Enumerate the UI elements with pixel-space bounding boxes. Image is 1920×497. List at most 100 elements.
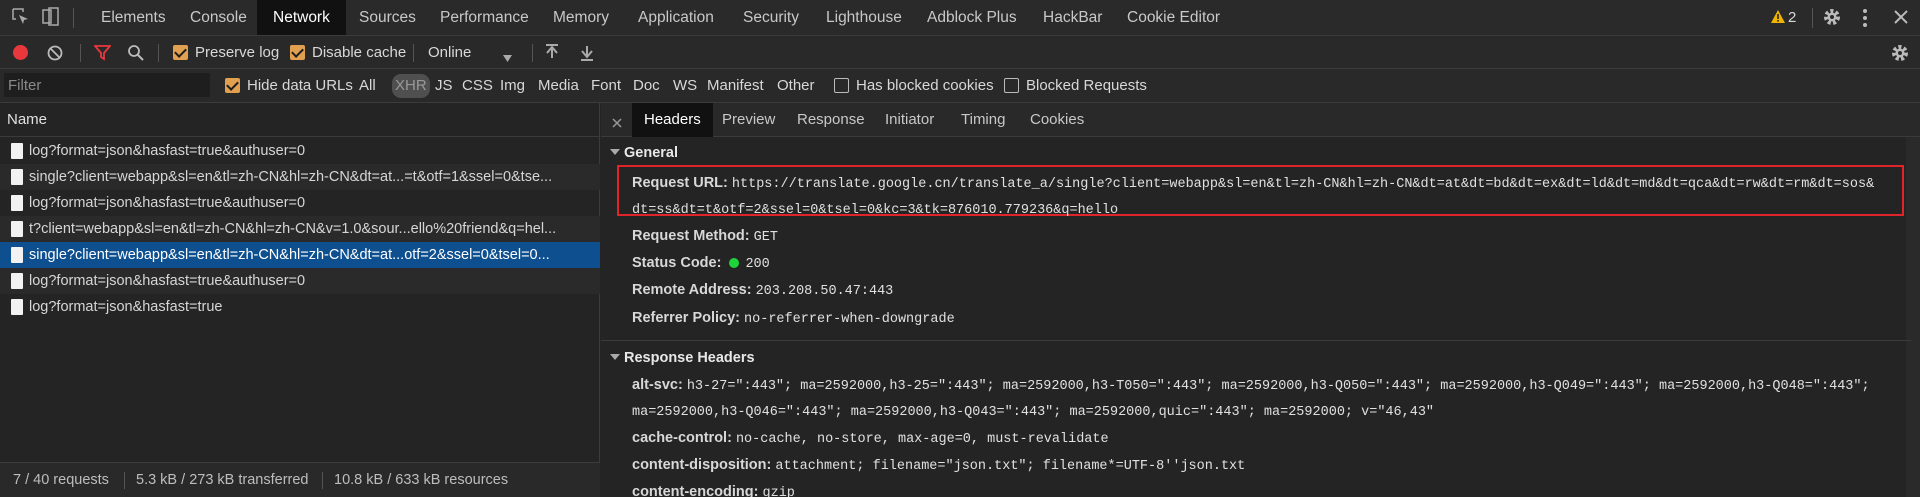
content-encoding-label: content-encoding: — [632, 484, 759, 497]
tab-initiator[interactable]: Initiator — [885, 103, 934, 137]
request-row[interactable]: single?client=webapp&sl=en&tl=zh-CN&hl=z… — [0, 164, 600, 190]
tab-console[interactable]: Console — [190, 0, 247, 35]
details-tab-bar: Headers Preview Response Initiator Timin… — [601, 103, 1920, 137]
request-url-row: Request URL: https://translate.google.cn… — [632, 175, 1874, 192]
toolbar-divider — [413, 44, 414, 62]
request-name: single?client=webapp&sl=en&tl=zh-CN&hl=z… — [29, 169, 553, 185]
request-row[interactable]: log?format=json&hasfast=true&authuser=0 — [0, 138, 600, 164]
request-url-label: Request URL: — [632, 175, 728, 191]
response-headers-section-header[interactable]: Response Headers — [610, 350, 755, 366]
document-icon — [11, 273, 23, 289]
request-url-value: https://translate.google.cn/translate_a/… — [731, 177, 1875, 192]
tab-preview[interactable]: Preview — [722, 103, 775, 137]
close-details-icon[interactable] — [612, 115, 622, 132]
filter-type-all[interactable]: All — [359, 77, 376, 94]
tab-response[interactable]: Response — [797, 103, 865, 137]
inspect-element-icon[interactable] — [12, 8, 30, 30]
tab-security[interactable]: Security — [743, 0, 799, 35]
filter-type-xhr[interactable]: XHR — [392, 74, 430, 98]
details-scrollbar[interactable] — [1906, 137, 1920, 497]
tab-network[interactable]: Network — [257, 0, 346, 35]
tab-performance[interactable]: Performance — [440, 0, 529, 35]
document-icon — [11, 221, 23, 237]
warning-count[interactable]: 2 — [1788, 9, 1796, 26]
filter-type-img[interactable]: Img — [500, 77, 525, 94]
more-options-icon[interactable] — [1862, 8, 1868, 32]
settings-gear-icon[interactable] — [1822, 7, 1842, 31]
transferred-size: 5.3 kB / 273 kB transferred — [136, 472, 309, 488]
filter-type-ws[interactable]: WS — [673, 77, 697, 94]
hide-data-urls-checkbox[interactable] — [225, 78, 240, 93]
alt-svc-value: h3-27=":443"; ma=2592000,h3-25=":443"; m… — [686, 379, 1870, 394]
close-icon[interactable] — [1893, 9, 1909, 29]
cache-control-value: no-cache, no-store, max-age=0, must-reva… — [735, 432, 1109, 447]
dropdown-arrow-icon[interactable] — [503, 49, 512, 66]
disable-cache-label[interactable]: Disable cache — [312, 44, 406, 61]
request-name: t?client=webapp&sl=en&tl=zh-CN&hl=zh-CN&… — [29, 221, 557, 237]
filter-type-css[interactable]: CSS — [462, 77, 493, 94]
throttling-select[interactable]: Online — [428, 44, 471, 61]
clear-icon[interactable] — [47, 45, 63, 65]
tab-sources[interactable]: Sources — [359, 0, 416, 35]
filter-type-media[interactable]: Media — [538, 77, 579, 94]
request-row[interactable]: log?format=json&hasfast=true&authuser=0 — [0, 190, 600, 216]
request-method-value: GET — [753, 230, 778, 245]
filter-input[interactable] — [4, 73, 210, 97]
tab-hackbar[interactable]: HackBar — [1043, 0, 1102, 35]
network-settings-icon[interactable] — [1890, 43, 1910, 67]
preserve-log-checkbox[interactable] — [173, 45, 188, 60]
tab-timing[interactable]: Timing — [961, 103, 1005, 137]
status-ok-dot-icon — [729, 258, 740, 268]
request-row[interactable]: log?format=json&hasfast=true — [0, 294, 600, 320]
request-row[interactable]: t?client=webapp&sl=en&tl=zh-CN&hl=zh-CN&… — [0, 216, 600, 242]
search-icon[interactable] — [127, 44, 144, 65]
has-blocked-cookies-checkbox[interactable] — [834, 78, 849, 93]
filter-type-other[interactable]: Other — [777, 77, 815, 94]
status-code-value: 200 — [745, 257, 770, 272]
request-name: log?format=json&hasfast=true&authuser=0 — [29, 273, 306, 289]
request-name: single?client=webapp&sl=en&tl=zh-CN&hl=z… — [29, 247, 550, 263]
section-divider — [601, 340, 1911, 341]
filter-type-font[interactable]: Font — [591, 77, 621, 94]
request-method-row: Request Method: GET — [632, 228, 778, 245]
filter-type-doc[interactable]: Doc — [633, 77, 660, 94]
warning-icon[interactable] — [1771, 10, 1785, 27]
document-icon — [11, 299, 23, 315]
resources-size: 10.8 kB / 633 kB resources — [334, 472, 509, 488]
tab-application[interactable]: Application — [638, 0, 714, 35]
tab-cookies[interactable]: Cookies — [1030, 103, 1084, 137]
tab-cookie-editor[interactable]: Cookie Editor — [1127, 0, 1220, 35]
request-name: log?format=json&hasfast=true — [29, 299, 223, 315]
request-url-value-line2: dt=ss&dt=t&otf=2&ssel=0&tsel=0&kc=3&tk=8… — [632, 203, 1119, 218]
blocked-requests-label[interactable]: Blocked Requests — [1026, 77, 1147, 94]
tab-adblock-plus[interactable]: Adblock Plus — [927, 0, 1017, 35]
tab-memory[interactable]: Memory — [553, 0, 609, 35]
blocked-requests-checkbox[interactable] — [1004, 78, 1019, 93]
toolbar-divider — [80, 44, 81, 62]
device-toolbar-icon[interactable] — [42, 7, 60, 31]
import-har-icon[interactable] — [545, 44, 559, 65]
request-row-selected[interactable]: single?client=webapp&sl=en&tl=zh-CN&hl=z… — [0, 242, 600, 268]
content-disposition-label: content-disposition: — [632, 457, 772, 473]
has-blocked-cookies-label[interactable]: Has blocked cookies — [856, 77, 994, 94]
request-row[interactable]: log?format=json&hasfast=true&authuser=0 — [0, 268, 600, 294]
disable-cache-checkbox[interactable] — [290, 45, 305, 60]
export-har-icon[interactable] — [580, 44, 594, 65]
document-icon — [11, 143, 23, 159]
name-column-header[interactable]: Name — [0, 103, 600, 137]
hide-data-urls-label[interactable]: Hide data URLs — [247, 77, 353, 94]
filter-icon[interactable] — [93, 45, 112, 65]
collapse-triangle-icon[interactable] — [610, 149, 620, 155]
preserve-log-label[interactable]: Preserve log — [195, 44, 279, 61]
tab-elements[interactable]: Elements — [101, 0, 166, 35]
content-disposition-row: content-disposition: attachment; filenam… — [632, 457, 1245, 474]
collapse-triangle-icon[interactable] — [610, 354, 620, 360]
filter-type-js[interactable]: JS — [435, 77, 453, 94]
referrer-policy-row: Referrer Policy: no-referrer-when-downgr… — [632, 310, 955, 327]
record-icon[interactable] — [13, 45, 28, 60]
filter-type-manifest[interactable]: Manifest — [707, 77, 764, 94]
alt-svc-row: alt-svc: h3-27=":443"; ma=2592000,h3-25=… — [632, 377, 1870, 394]
tab-headers[interactable]: Headers — [632, 103, 713, 137]
general-section-header[interactable]: General — [610, 145, 678, 161]
tab-lighthouse[interactable]: Lighthouse — [826, 0, 902, 35]
